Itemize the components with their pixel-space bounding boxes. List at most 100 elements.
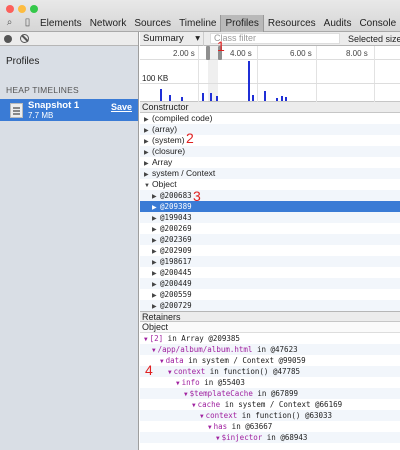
grid-line bbox=[257, 46, 258, 102]
object-row[interactable]: ▶ @199043 bbox=[140, 212, 400, 223]
object-row[interactable]: ▶ @202369 bbox=[140, 234, 400, 245]
view-select-label: Summary bbox=[143, 33, 184, 44]
retainer-row[interactable]: ▼ [2] in Array @209385 bbox=[140, 333, 400, 344]
allocation-timeline[interactable]: 2.00 s 4.00 s 6.00 s 8.00 s 100 KB bbox=[140, 46, 400, 102]
object-id: @198617 bbox=[160, 257, 192, 266]
retainer-row[interactable]: ▼ context in function() @63033 bbox=[140, 410, 400, 421]
expanded-triangle-icon[interactable]: ▼ bbox=[208, 424, 212, 431]
annotation-3: 3 bbox=[193, 188, 201, 204]
tab-audits[interactable]: Audits bbox=[320, 15, 356, 32]
close-window-button[interactable] bbox=[6, 5, 14, 13]
constructor-row[interactable]: ▶ (compiled code) bbox=[140, 113, 400, 124]
tab-resources[interactable]: Resources bbox=[264, 15, 320, 32]
allocation-bar bbox=[202, 93, 204, 101]
tab-console[interactable]: Console bbox=[355, 15, 400, 32]
snapshot-item[interactable]: Snapshot 1 7.7 MB Save bbox=[0, 99, 138, 121]
panel-tabs: Elements Network Sources Timeline Profiles Re… bbox=[36, 15, 400, 32]
object-id: @202909 bbox=[160, 246, 192, 255]
expanded-triangle-icon[interactable]: ▼ bbox=[200, 413, 204, 420]
object-row[interactable]: ▶ @209389 bbox=[140, 201, 400, 212]
retainer-row[interactable]: ▼ cache in system / Context @66169 bbox=[140, 399, 400, 410]
window-controls bbox=[6, 5, 38, 13]
tab-timeline[interactable]: Timeline bbox=[175, 15, 220, 32]
constructor-row[interactable]: ▶ (closure) bbox=[140, 146, 400, 157]
retainer-row[interactable]: ▼ $injector in @68943 bbox=[140, 432, 400, 443]
object-row[interactable]: ▶ @200683 bbox=[140, 190, 400, 201]
retainer-owner: in function() @63033 bbox=[237, 411, 333, 420]
selection-handle-left[interactable] bbox=[206, 46, 210, 60]
object-column-header[interactable]: Object bbox=[140, 322, 400, 333]
retainer-owner: in system / Context @99059 bbox=[183, 356, 306, 365]
object-row[interactable]: ▶ @200729 bbox=[140, 300, 400, 311]
heap-timelines-header: HEAP TIMELINES bbox=[6, 85, 79, 95]
object-id: @200445 bbox=[160, 268, 192, 277]
retainer-owner: in @63667 bbox=[227, 422, 273, 431]
zoom-window-button[interactable] bbox=[30, 5, 38, 13]
object-row[interactable]: ▶ @202909 bbox=[140, 245, 400, 256]
expanded-triangle-icon[interactable]: ▼ bbox=[176, 380, 180, 387]
retainer-owner: in system / Context @66169 bbox=[220, 400, 343, 409]
save-link[interactable]: Save bbox=[111, 102, 132, 112]
object-row[interactable]: ▶ @200449 bbox=[140, 278, 400, 289]
expanded-triangle-icon[interactable]: ▼ bbox=[144, 336, 148, 343]
device-mode-icon[interactable]: ▯ bbox=[22, 17, 33, 28]
filter-bar: Summary ▾ Class filter Selected size bbox=[140, 31, 400, 46]
tab-profiles[interactable]: Profiles bbox=[220, 15, 264, 32]
retainer-row[interactable]: ▼ $templateCache in @67899 bbox=[140, 388, 400, 399]
object-id: @209389 bbox=[160, 202, 192, 211]
expanded-triangle-icon[interactable]: ▼ bbox=[152, 347, 156, 354]
allocation-bar bbox=[210, 93, 212, 101]
retainer-owner: in @47623 bbox=[252, 345, 298, 354]
expanded-triangle-icon[interactable]: ▼ bbox=[144, 181, 152, 192]
constructor-row[interactable]: ▼ Object bbox=[140, 179, 400, 190]
allocation-bar bbox=[248, 61, 250, 101]
retainer-property: data bbox=[165, 356, 184, 365]
constructor-row[interactable]: ▶ Array bbox=[140, 157, 400, 168]
tab-elements[interactable]: Elements bbox=[36, 15, 86, 32]
retainer-property: cache bbox=[197, 400, 221, 409]
constructor-column-header[interactable]: Constructor bbox=[140, 102, 400, 113]
object-row[interactable]: ▶ @200559 bbox=[140, 289, 400, 300]
retainer-row[interactable]: ▼ has in @63667 bbox=[140, 421, 400, 432]
tick-label: 8.00 s bbox=[346, 49, 368, 58]
constructor-label: (system) bbox=[152, 135, 185, 145]
object-id: @200269 bbox=[160, 224, 192, 233]
class-filter-input[interactable]: Class filter bbox=[210, 33, 340, 44]
expanded-triangle-icon[interactable]: ▼ bbox=[184, 391, 188, 398]
record-icon[interactable] bbox=[4, 34, 12, 43]
object-row[interactable]: ▶ @200269 bbox=[140, 223, 400, 234]
expanded-triangle-icon[interactable]: ▼ bbox=[192, 402, 196, 409]
constructor-row[interactable]: ▶ (array) bbox=[140, 124, 400, 135]
object-id: @200729 bbox=[160, 301, 192, 310]
expanded-triangle-icon[interactable]: ▼ bbox=[168, 369, 172, 376]
allocation-bar bbox=[252, 95, 254, 101]
object-row[interactable]: ▶ @200445 bbox=[140, 267, 400, 278]
clear-icon[interactable] bbox=[20, 34, 29, 43]
tab-network[interactable]: Network bbox=[86, 15, 131, 32]
retainer-row[interactable]: ▼ info in @55403 bbox=[140, 377, 400, 388]
object-id: @200683 bbox=[160, 191, 192, 200]
retainer-property: $templateCache bbox=[189, 389, 253, 398]
constructor-label: (array) bbox=[152, 124, 178, 134]
allocation-bar bbox=[160, 89, 162, 101]
heap-view: Summary ▾ Class filter Selected size 2.0… bbox=[140, 31, 400, 450]
retainer-owner: in function() @47785 bbox=[205, 367, 301, 376]
minimize-window-button[interactable] bbox=[18, 5, 26, 13]
chevron-down-icon: ▾ bbox=[195, 33, 200, 44]
expanded-triangle-icon[interactable]: ▼ bbox=[160, 358, 164, 365]
retainer-row[interactable]: ▼ context in function() @47785 bbox=[140, 366, 400, 377]
constructor-row[interactable]: ▶ system / Context bbox=[140, 168, 400, 179]
retainer-row[interactable]: ▼/app/album/album.html in @47623 bbox=[140, 344, 400, 355]
profiles-sidebar: Profiles HEAP TIMELINES Snapshot 1 7.7 M… bbox=[0, 32, 139, 450]
retainer-owner: in @67899 bbox=[252, 389, 298, 398]
tab-sources[interactable]: Sources bbox=[130, 15, 175, 32]
grid-line bbox=[316, 46, 317, 102]
inspect-icon[interactable]: ⌕ bbox=[4, 17, 15, 28]
view-select[interactable]: Summary ▾ bbox=[140, 31, 204, 46]
retainer-row[interactable]: ▼ data in system / Context @99059 bbox=[140, 355, 400, 366]
retainer-owner: in @68943 bbox=[262, 433, 308, 442]
constructor-row[interactable]: ▶ (system) bbox=[140, 135, 400, 146]
expanded-triangle-icon[interactable]: ▼ bbox=[216, 435, 220, 442]
object-row[interactable]: ▶ @198617 bbox=[140, 256, 400, 267]
selected-size-label: Selected size bbox=[348, 33, 400, 44]
